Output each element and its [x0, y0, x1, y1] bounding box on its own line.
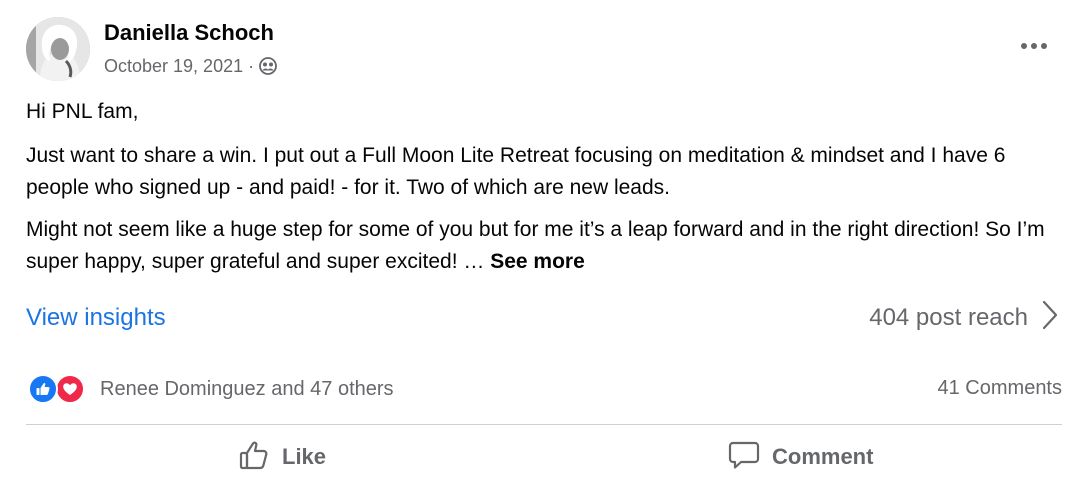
- love-reaction-icon: [55, 374, 85, 404]
- meta-separator: ·: [248, 56, 255, 76]
- chevron-right-icon: [1042, 300, 1058, 335]
- author-name[interactable]: Daniella Schoch: [104, 19, 274, 47]
- post-date[interactable]: October 19, 2021: [104, 54, 243, 78]
- post-paragraph-2: Just want to share a win. I put out a Fu…: [26, 144, 1006, 199]
- comments-count-link[interactable]: 41 Comments: [938, 374, 1063, 402]
- actions-divider: [26, 424, 1062, 425]
- post-card: Daniella Schoch October 19, 2021 · Hi PN…: [0, 0, 1082, 480]
- reactions-names: Renee Dominguez and 47 others: [100, 378, 394, 400]
- view-insights-link[interactable]: View insights: [26, 302, 166, 334]
- post-paragraph-3: Might not seem like a huge step for some…: [26, 214, 1066, 278]
- author-avatar[interactable]: [26, 17, 90, 81]
- like-reaction-icon: [28, 374, 58, 404]
- like-button[interactable]: Like: [238, 438, 326, 476]
- reactions-summary[interactable]: Renee Dominguez and 47 others: [28, 374, 394, 404]
- comment-button-label: Comment: [772, 444, 874, 469]
- post-reach-button[interactable]: 404 post reach: [869, 300, 1058, 335]
- post-paragraph-1: Hi PNL fam,: [26, 100, 139, 123]
- comment-button[interactable]: Comment: [728, 438, 873, 476]
- thumbs-up-icon: [238, 439, 270, 476]
- post-meta: October 19, 2021 ·: [104, 54, 278, 78]
- reaction-icons: [28, 374, 88, 404]
- group-audience-icon[interactable]: [258, 56, 278, 76]
- more-options-icon[interactable]: [1010, 30, 1058, 62]
- see-more-link[interactable]: See more: [490, 250, 585, 273]
- post-reach-label: 404 post reach: [869, 303, 1028, 331]
- like-button-label: Like: [282, 444, 327, 469]
- comment-bubble-icon: [728, 439, 760, 476]
